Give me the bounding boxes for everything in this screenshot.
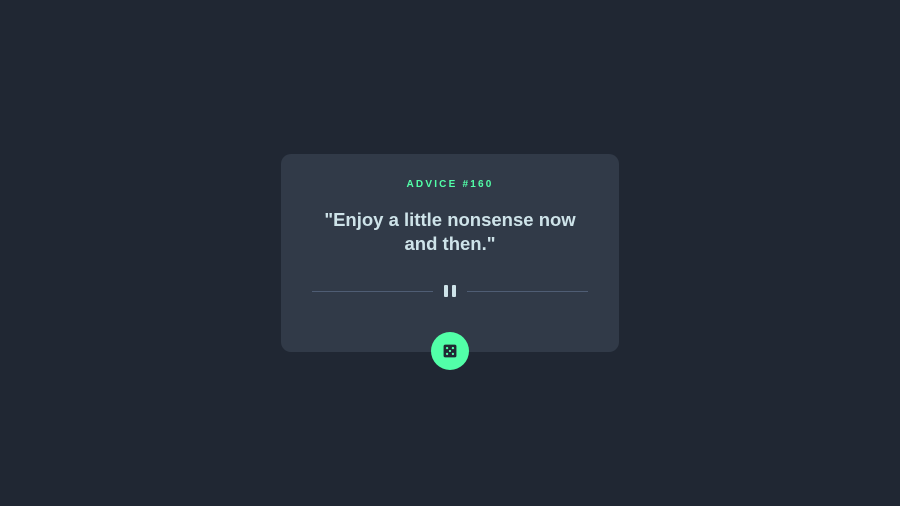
page: ADVICE #160 "Enjoy a little nonsense now… [0,0,900,506]
advice-card: ADVICE #160 "Enjoy a little nonsense now… [281,154,619,352]
pause-icon [444,285,456,297]
advice-quote: "Enjoy a little nonsense now and then." [324,209,576,254]
dice-icon [443,344,457,358]
divider [312,285,588,297]
divider-line-left [312,291,433,292]
advice-id: ADVICE #160 [406,179,494,190]
generate-advice-button[interactable] [431,332,469,370]
divider-line-right [467,291,588,292]
